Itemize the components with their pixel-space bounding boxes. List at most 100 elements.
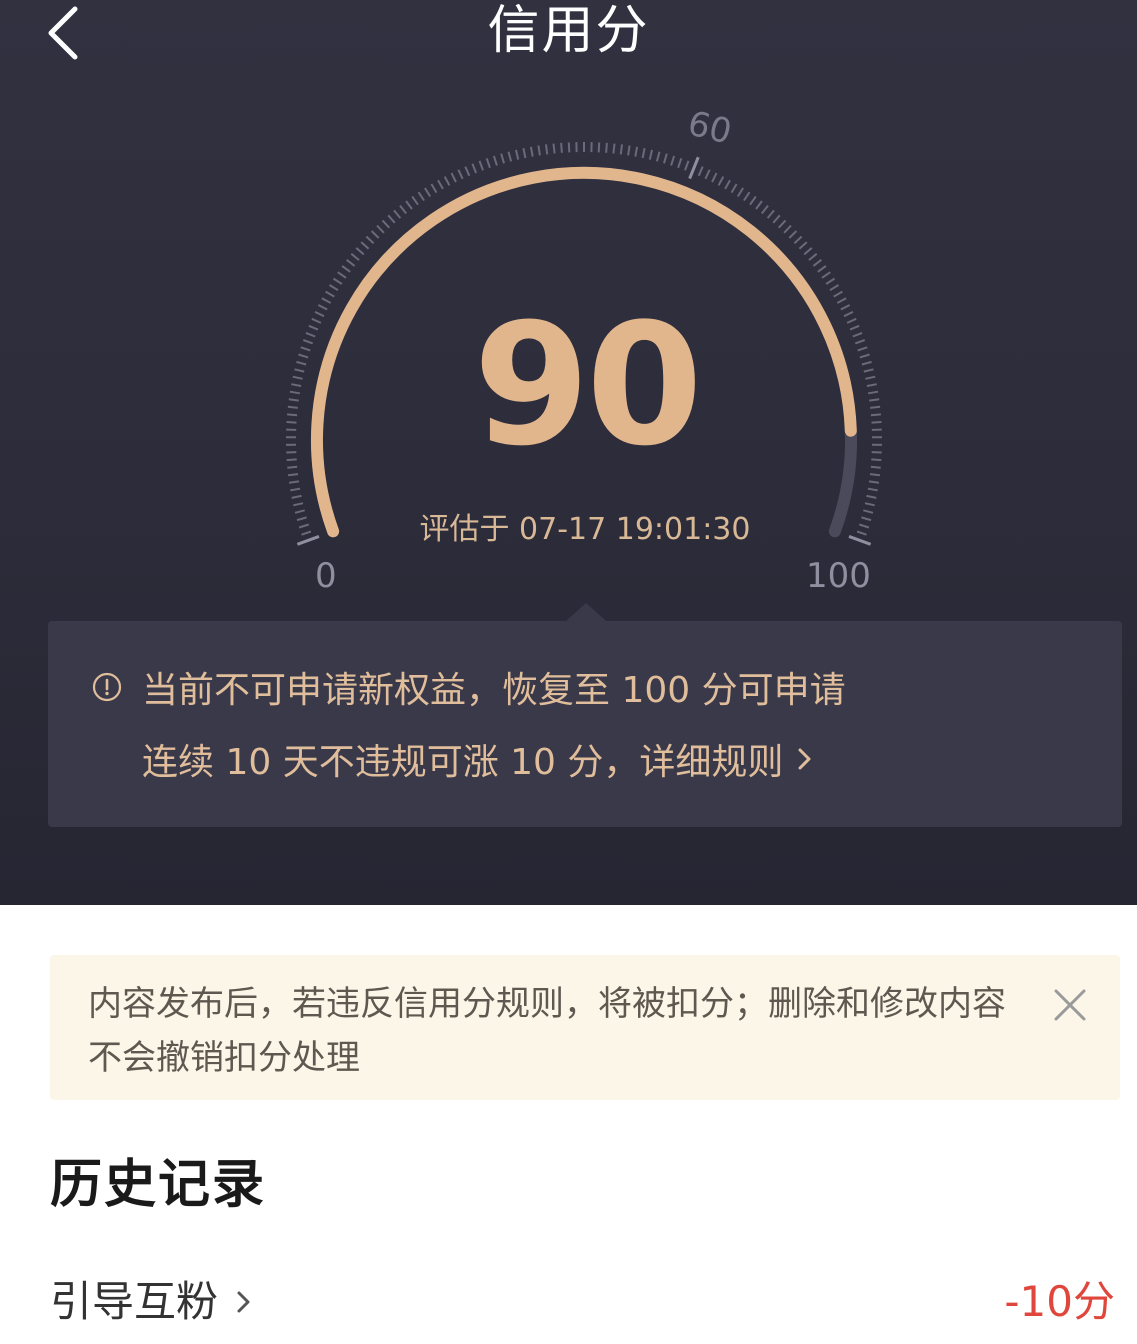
gauge-tick — [293, 502, 304, 507]
close-icon[interactable] — [1050, 985, 1090, 1025]
tip-text: 内容发布后，若违反信用分规则，将被扣分；删除和修改内容不会撤销扣分处理 — [88, 984, 1006, 1078]
credit-score-page: 信用分 60 90 评估于 07-17 19:01:30 0 100 当前不可申… — [0, 0, 1137, 1344]
gauge-tick — [866, 494, 877, 499]
gauge-tick — [365, 235, 375, 245]
gauge-tick — [424, 187, 432, 198]
gauge-tick — [560, 142, 563, 153]
gauge-tick — [567, 142, 571, 153]
gauge-tick — [677, 157, 683, 169]
gauge-tick — [437, 179, 444, 190]
gauge-tick — [711, 172, 718, 183]
gauge-tick — [761, 204, 769, 215]
gauge-tick — [291, 494, 302, 499]
gauge-tick — [355, 247, 365, 256]
gauge-tick — [817, 265, 827, 273]
gauge-tick — [471, 163, 478, 174]
gauge-tick — [670, 155, 676, 166]
gauge-tick — [627, 145, 631, 156]
gauge-tick — [864, 502, 875, 507]
gauge-tick — [825, 277, 836, 285]
gauge-tick — [443, 176, 451, 186]
gauge-tick — [450, 172, 457, 183]
gauge-tick — [370, 230, 380, 239]
gauge-tick — [766, 209, 775, 219]
gauge-tick — [332, 277, 343, 285]
gauge-min-label: 0 — [315, 556, 337, 596]
gauge-tick — [803, 247, 813, 256]
notice-pointer — [566, 603, 606, 621]
gauge-tick — [808, 253, 818, 261]
gauge-tick — [376, 224, 385, 234]
gauge-tick — [515, 149, 520, 160]
gauge-tick — [485, 157, 491, 169]
history-item[interactable]: 引导互粉 -10分 — [0, 1266, 1137, 1338]
notice-status-text: 当前不可申请新权益，恢复至 100 分可申请 — [142, 670, 846, 711]
gauge-tick — [697, 166, 704, 177]
gauge-tick — [793, 235, 803, 245]
gauge-tick — [777, 219, 787, 229]
gauge-tick — [772, 214, 781, 224]
gauge-tick — [821, 271, 831, 279]
gauge-tick — [417, 191, 425, 202]
credit-score-value: 90 — [473, 287, 703, 483]
gauge-tick — [387, 214, 396, 224]
history-title: 历史记录 — [50, 1155, 267, 1215]
gauge-tick — [405, 200, 413, 210]
gauge-tick — [345, 259, 356, 267]
gauge-tick — [736, 187, 744, 198]
gauge-tick — [552, 143, 556, 154]
gauge-tick — [717, 176, 725, 186]
score-header: 信用分 60 90 评估于 07-17 19:01:30 0 100 当前不可申… — [0, 0, 1137, 905]
gauge-tick — [341, 265, 351, 273]
gauge-tick — [500, 153, 505, 164]
alert-circle-icon — [92, 672, 122, 702]
gauge-tick — [350, 253, 360, 261]
gauge-tick — [393, 209, 402, 219]
rules-link[interactable]: 连续 10 天不违规可涨 10 分，详细规则 — [142, 736, 813, 783]
gauge-tick — [381, 219, 391, 229]
gauge-tick — [537, 145, 541, 156]
gauge-tick — [545, 144, 549, 155]
gauge-tick — [619, 144, 623, 155]
gauge-tick — [812, 259, 823, 267]
gauge-tick — [743, 191, 751, 202]
gauge-max-label: 100 — [806, 556, 871, 596]
rules-link-text: 连续 10 天不违规可涨 10 分，详细规则 — [142, 742, 784, 783]
notice-status: 当前不可申请新权益，恢复至 100 分可申请 — [92, 664, 846, 711]
gauge-tick — [507, 151, 513, 162]
gauge-tick — [634, 146, 639, 157]
gauge-tick — [868, 480, 880, 484]
evaluation-time: 评估于 07-17 19:01:30 — [419, 512, 751, 547]
gauge-tick — [783, 224, 792, 234]
gauge-tick — [641, 148, 646, 159]
gauge-tick — [430, 183, 438, 194]
gauge-tick — [663, 153, 668, 164]
chevron-right-icon — [798, 748, 811, 770]
history-item-label-wrap: 引导互粉 — [50, 1272, 252, 1332]
gauge-tick — [612, 143, 616, 154]
gauge-tick — [360, 241, 370, 250]
gauge-tick — [522, 148, 527, 159]
gauge-tick — [464, 166, 471, 177]
gauge-tick — [288, 480, 300, 484]
history-item-label: 引导互粉 — [50, 1277, 219, 1326]
chevron-right-icon — [237, 1291, 250, 1313]
notice-card — [48, 621, 1122, 827]
rules-tip-banner: 内容发布后，若违反信用分规则，将被扣分；删除和修改内容不会撤销扣分处理 — [50, 955, 1120, 1100]
gauge-tick — [529, 146, 534, 157]
gauge-tick — [605, 142, 608, 153]
gauge-tick — [337, 271, 347, 279]
gauge-tick — [867, 487, 878, 492]
gauge-tick — [411, 195, 419, 206]
history-item-score-change: -10分 — [1004, 1277, 1115, 1326]
gauge-tick — [648, 149, 653, 160]
gauge-tick — [755, 200, 763, 210]
gauge-tick — [788, 230, 798, 239]
gauge-tick — [724, 179, 731, 190]
gauge-tick — [597, 142, 601, 153]
gauge-tick — [457, 169, 464, 180]
gauge-tick — [290, 487, 301, 492]
gauge-tick — [478, 160, 484, 171]
gauge-tick — [704, 169, 711, 180]
gauge-tick — [730, 183, 738, 194]
